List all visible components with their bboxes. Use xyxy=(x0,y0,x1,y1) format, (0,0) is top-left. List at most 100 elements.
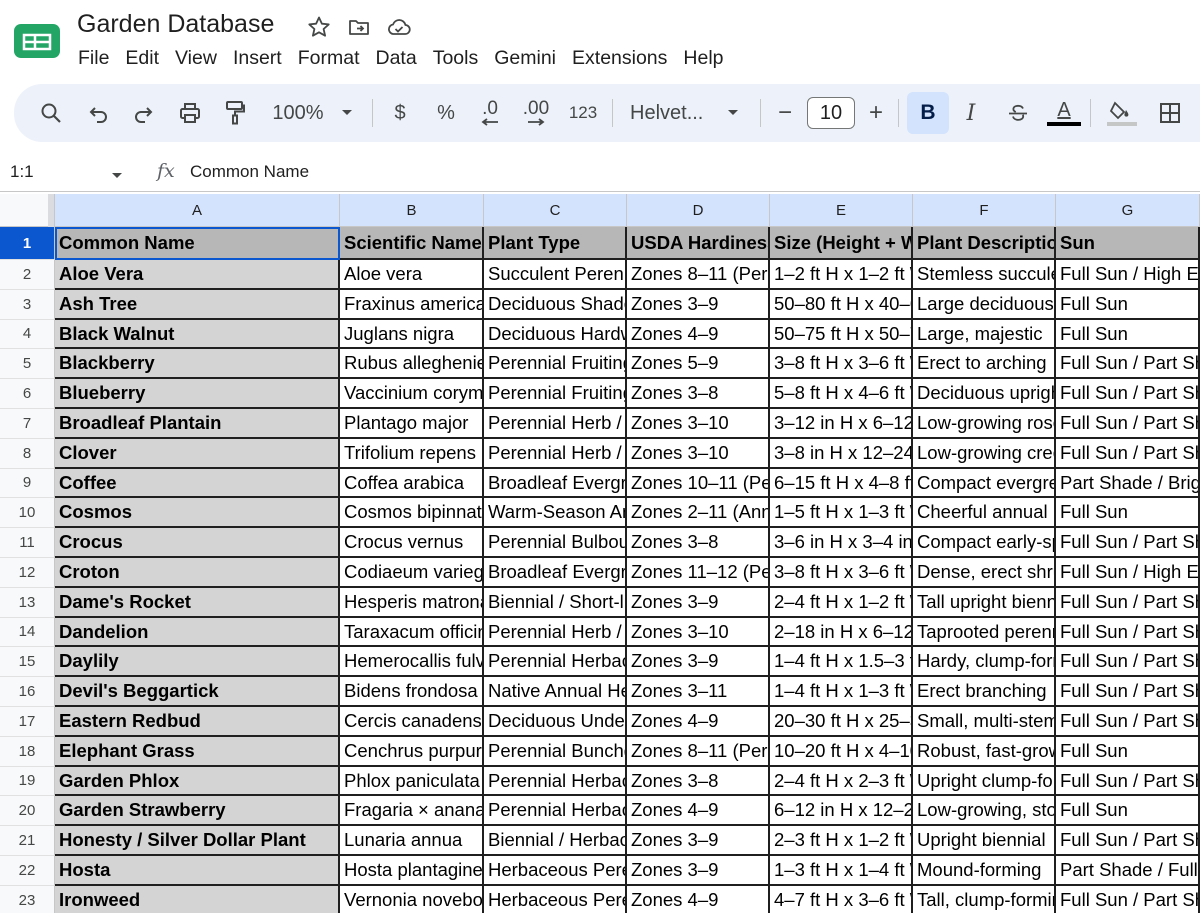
menu-insert[interactable]: Insert xyxy=(225,44,290,72)
table-cell[interactable]: Aloe Vera xyxy=(55,260,340,290)
table-cell[interactable]: Herbaceous Perennial xyxy=(484,856,627,886)
column-header-b[interactable]: B xyxy=(340,194,484,227)
formula-input[interactable]: Common Name xyxy=(190,162,309,182)
table-cell[interactable]: Full Sun / Part Shade xyxy=(1056,677,1200,707)
table-cell[interactable]: Zones 3–11 xyxy=(627,677,770,707)
table-cell[interactable]: Upright biennial xyxy=(913,826,1056,856)
table-cell[interactable]: Juglans nigra xyxy=(340,319,484,350)
header-cell[interactable]: Size (Height + Width) xyxy=(770,227,913,260)
header-cell[interactable]: Scientific Name xyxy=(340,227,484,260)
decrease-decimal-button[interactable]: .0 xyxy=(474,84,506,142)
table-cell[interactable]: Native Annual Herb xyxy=(484,677,627,707)
star-icon[interactable] xyxy=(306,14,332,40)
table-cell[interactable]: Hardy, clump-forming xyxy=(913,647,1056,678)
row-header-19[interactable]: 19 xyxy=(0,766,55,797)
table-cell[interactable]: Full Sun / Part Shade xyxy=(1056,409,1200,439)
row-header-2[interactable]: 2 xyxy=(0,260,55,290)
table-cell[interactable]: Codiaeum variegatum xyxy=(340,558,484,588)
document-title[interactable]: Garden Database xyxy=(77,10,274,39)
fill-color-icon[interactable] xyxy=(1104,84,1140,142)
row-header-1[interactable]: 1 xyxy=(0,227,55,260)
table-cell[interactable]: Part Shade / Bright xyxy=(1056,468,1200,499)
table-cell[interactable]: Fraxinus americana xyxy=(340,289,484,320)
row-header-14[interactable]: 14 xyxy=(0,617,55,648)
name-box-caret-icon[interactable] xyxy=(111,167,123,185)
table-cell[interactable]: Perennial Fruiting xyxy=(484,349,627,380)
table-cell[interactable]: Devil's Beggartick xyxy=(55,677,340,707)
menu-gemini[interactable]: Gemini xyxy=(486,44,564,72)
table-cell[interactable]: Zones 3–9 xyxy=(627,826,770,856)
row-header-5[interactable]: 5 xyxy=(0,349,55,380)
table-cell[interactable]: Broadleaf Plantain xyxy=(55,409,340,439)
row-header-20[interactable]: 20 xyxy=(0,796,55,827)
table-cell[interactable]: Full Sun / High Exposure xyxy=(1056,558,1200,588)
table-cell[interactable]: Erect branching xyxy=(913,677,1056,707)
column-header-c[interactable]: C xyxy=(484,194,627,227)
table-cell[interactable]: Deciduous Understory xyxy=(484,707,627,737)
table-cell[interactable]: 2–18 in H x 6–12 in W xyxy=(770,617,913,648)
percent-format-button[interactable]: % xyxy=(434,84,458,142)
table-cell[interactable]: Clover xyxy=(55,438,340,469)
table-cell[interactable]: Plantago major xyxy=(340,409,484,439)
font-size-input[interactable]: 10 xyxy=(807,97,855,129)
table-cell[interactable]: Elephant Grass xyxy=(55,736,340,767)
table-cell[interactable]: Full Sun / Part Shade xyxy=(1056,826,1200,856)
table-cell[interactable]: Perennial Herbaceous xyxy=(484,796,627,827)
print-icon[interactable] xyxy=(174,84,206,142)
menu-format[interactable]: Format xyxy=(290,44,368,72)
cloud-saved-icon[interactable] xyxy=(386,14,412,40)
table-cell[interactable]: Honesty / Silver Dollar Plant xyxy=(55,826,340,856)
table-cell[interactable]: Robust, fast-growing xyxy=(913,736,1056,767)
table-cell[interactable]: Full Sun / Part Shade xyxy=(1056,885,1200,913)
row-header-4[interactable]: 4 xyxy=(0,319,55,350)
table-cell[interactable]: Zones 11–12 (Perennial) xyxy=(627,558,770,588)
table-cell[interactable]: Mound-forming xyxy=(913,856,1056,886)
table-cell[interactable]: Biennial / Herbaceous xyxy=(484,826,627,856)
row-header-3[interactable]: 3 xyxy=(0,289,55,320)
table-cell[interactable]: Garden Strawberry xyxy=(55,796,340,827)
text-color-button[interactable]: A xyxy=(1046,84,1082,142)
table-cell[interactable]: 1–3 ft H x 1–4 ft W xyxy=(770,856,913,886)
table-cell[interactable]: Vernonia noveboracensis xyxy=(340,885,484,913)
table-cell[interactable]: Zones 8–11 (Perennial) xyxy=(627,736,770,767)
table-cell[interactable]: Dame's Rocket xyxy=(55,587,340,618)
table-cell[interactable]: 1–2 ft H x 1–2 ft W xyxy=(770,260,913,290)
table-cell[interactable]: Zones 4–9 xyxy=(627,796,770,827)
table-cell[interactable]: 2–4 ft H x 1–2 ft W xyxy=(770,587,913,618)
table-cell[interactable]: 5–8 ft H x 4–6 ft W xyxy=(770,379,913,409)
row-header-23[interactable]: 23 xyxy=(0,885,55,913)
table-cell[interactable]: Low-growing, stoloniferous xyxy=(913,796,1056,827)
table-cell[interactable]: Perennial Fruiting xyxy=(484,379,627,409)
table-cell[interactable]: Low-growing creeping xyxy=(913,438,1056,469)
table-cell[interactable]: Broadleaf Evergreen xyxy=(484,558,627,588)
table-cell[interactable]: Phlox paniculata xyxy=(340,766,484,797)
undo-icon[interactable] xyxy=(84,84,114,142)
menu-file[interactable]: File xyxy=(70,44,117,72)
header-cell[interactable]: USDA Hardiness xyxy=(627,227,770,260)
table-cell[interactable]: Bidens frondosa xyxy=(340,677,484,707)
table-cell[interactable]: Full Sun / Part Shade xyxy=(1056,647,1200,678)
table-cell[interactable]: Black Walnut xyxy=(55,319,340,350)
table-cell[interactable]: Full Sun xyxy=(1056,289,1200,320)
table-cell[interactable]: 3–8 in H x 12–24 in W xyxy=(770,438,913,469)
table-cell[interactable]: Coffea arabica xyxy=(340,468,484,499)
table-cell[interactable]: Hosta plantaginea xyxy=(340,856,484,886)
table-cell[interactable]: Crocus vernus xyxy=(340,528,484,558)
table-cell[interactable]: Perennial Herb / Groundcover xyxy=(484,438,627,469)
row-header-17[interactable]: 17 xyxy=(0,707,55,737)
table-cell[interactable]: Compact early-spring xyxy=(913,528,1056,558)
decrease-font-size-button[interactable]: − xyxy=(774,84,796,142)
table-cell[interactable]: Zones 3–9 xyxy=(627,587,770,618)
table-cell[interactable]: Part Shade / Full Shade xyxy=(1056,856,1200,886)
row-header-16[interactable]: 16 xyxy=(0,677,55,707)
table-cell[interactable]: Full Sun / Part Shade xyxy=(1056,528,1200,558)
menu-edit[interactable]: Edit xyxy=(117,44,167,72)
table-cell[interactable]: Full Sun / Part Shade xyxy=(1056,349,1200,380)
table-cell[interactable]: Zones 3–8 xyxy=(627,528,770,558)
table-cell[interactable]: Cheerful annual xyxy=(913,498,1056,529)
table-cell[interactable]: 3–12 in H x 6–12 in W xyxy=(770,409,913,439)
zoom-caret-icon[interactable] xyxy=(340,84,354,142)
table-cell[interactable]: Deciduous upright xyxy=(913,379,1056,409)
table-cell[interactable]: Biennial / Short-lived xyxy=(484,587,627,618)
table-cell[interactable]: Perennial Herbaceous xyxy=(484,766,627,797)
